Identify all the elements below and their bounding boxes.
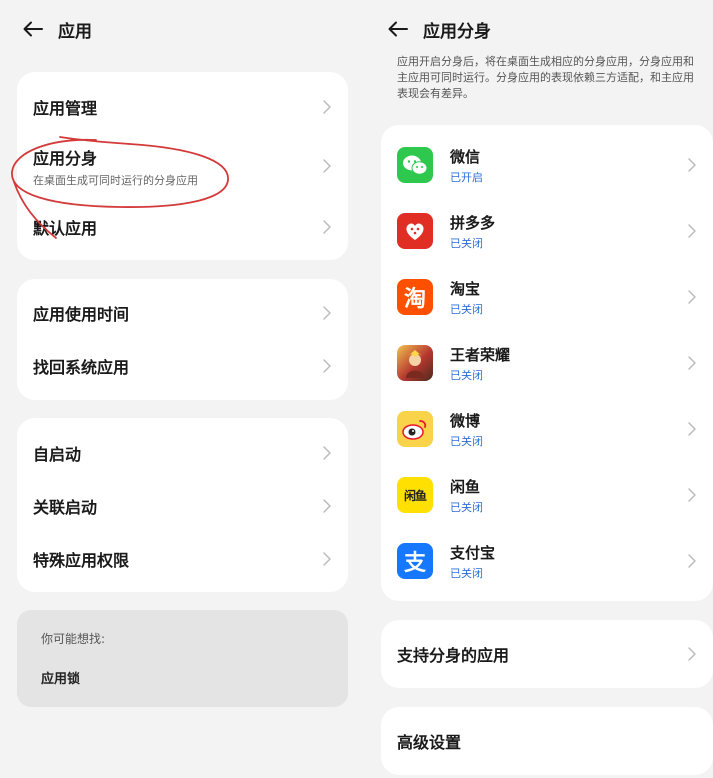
advanced-settings-card: 高级设置 [381,707,713,775]
auto-start-item[interactable]: 自启动 [33,431,332,475]
special-app-permissions-label: 特殊应用权限 [33,551,130,570]
chevron-right-icon [687,354,697,372]
page-title: 应用分身 [423,21,491,42]
app-row-wechat[interactable]: 微信 已开启 [397,140,697,190]
app-clone-text: 应用分身 在桌面生成可同时运行的分身应用 [33,145,198,188]
app-name: 闲鱼 [450,477,481,496]
app-settings-header: 应用 [20,14,92,44]
suggestion-hint: 你可能想找: [41,632,106,646]
app-name: 王者荣耀 [450,345,511,364]
app-settings-panel: 应用 应用管理 应用分身 在桌面生成可同时运行的分身应用 默认应用 应用使用时间… [0,0,365,778]
chevron-right-icon [322,497,332,515]
chevron-right-icon [687,486,697,504]
app-clone-description: 应用开启分身后，将在桌面生成相应的分身应用，分身应用和主应用可同时运行。分身应用… [397,55,694,100]
recover-system-apps-label: 找回系统应用 [33,358,130,377]
back-button[interactable] [385,16,411,42]
default-apps-item[interactable]: 默认应用 [33,206,332,248]
app-name: 支付宝 [450,543,496,562]
chevron-right-icon [322,157,332,175]
chevron-right-icon [687,420,697,438]
back-arrow-icon [388,21,408,37]
suggestion-app-lock[interactable]: 应用锁 [41,668,80,687]
honor-of-kings-icon [397,345,433,381]
app-status: 已关闭 [450,368,483,382]
chevron-right-icon [322,357,332,375]
app-clone-item[interactable]: 应用分身 在桌面生成可同时运行的分身应用 [33,142,332,190]
pinduoduo-icon [397,213,433,249]
back-button[interactable] [20,16,46,42]
app-clone-header: 应用分身 [385,14,491,44]
cloned-apps-list: 微信 已开启 拼多多 已关闭 淘 淘宝 已关闭 王者荣耀 已关闭 微博 已关闭 … [381,125,713,601]
app-row-honor-of-kings[interactable]: 王者荣耀 已关闭 [397,338,697,388]
app-management-label: 应用管理 [33,99,98,118]
chevron-right-icon [322,218,332,236]
app-status: 已关闭 [450,434,483,448]
associated-start-label: 关联启动 [33,498,98,517]
app-status: 已关闭 [450,302,483,316]
app-settings-group-2: 应用使用时间 找回系统应用 [17,279,348,400]
chevron-right-icon [687,156,697,174]
app-name: 拼多多 [450,213,496,232]
back-arrow-icon [23,21,43,37]
special-app-permissions-item[interactable]: 特殊应用权限 [33,537,332,581]
chevron-right-icon [687,288,697,306]
wechat-icon [397,147,433,183]
app-status: 已开启 [450,170,483,184]
advanced-settings-label: 高级设置 [397,733,462,752]
app-clone-panel: 应用分身 应用开启分身后，将在桌面生成相应的分身应用，分身应用和主应用可同时运行… [365,0,713,778]
chevron-right-icon [687,645,697,663]
chevron-right-icon [322,304,332,322]
weibo-icon [397,411,433,447]
recover-system-apps-item[interactable]: 找回系统应用 [33,344,332,388]
advanced-settings-item[interactable]: 高级设置 [397,719,697,763]
associated-start-item[interactable]: 关联启动 [33,484,332,528]
chevron-right-icon [322,98,332,116]
app-management-item[interactable]: 应用管理 [33,86,332,128]
app-status: 已关闭 [450,236,483,250]
suggestion-box: 你可能想找: 应用锁 [17,610,348,707]
xianyu-icon: 闲鱼 [397,477,433,513]
app-name: 微信 [450,147,481,166]
app-clone-sublabel: 在桌面生成可同时运行的分身应用 [33,173,198,187]
app-clone-label: 应用分身 [33,148,98,168]
page-title: 应用 [58,21,92,42]
app-name: 微博 [450,411,481,430]
auto-start-label: 自启动 [33,445,82,464]
app-settings-group-3: 自启动 关联启动 特殊应用权限 [17,418,348,592]
app-usage-time-item[interactable]: 应用使用时间 [33,291,332,335]
app-status: 已关闭 [450,500,483,514]
app-row-alipay[interactable]: 支 支付宝 已关闭 [397,536,697,586]
chevron-right-icon [322,444,332,462]
app-name: 淘宝 [450,279,481,298]
supported-apps-item[interactable]: 支持分身的应用 [397,632,697,676]
supported-apps-label: 支持分身的应用 [397,646,510,665]
alipay-icon: 支 [397,543,433,579]
app-row-pinduoduo[interactable]: 拼多多 已关闭 [397,206,697,256]
supported-apps-card: 支持分身的应用 [381,620,713,688]
app-usage-time-label: 应用使用时间 [33,305,130,324]
app-settings-group-1: 应用管理 应用分身 在桌面生成可同时运行的分身应用 默认应用 [17,72,348,260]
app-row-weibo[interactable]: 微博 已关闭 [397,404,697,454]
default-apps-label: 默认应用 [33,219,98,238]
chevron-right-icon [687,552,697,570]
app-status: 已关闭 [450,566,483,580]
app-row-xianyu[interactable]: 闲鱼 闲鱼 已关闭 [397,470,697,520]
chevron-right-icon [322,550,332,568]
chevron-right-icon [687,222,697,240]
taobao-icon: 淘 [397,279,433,315]
app-row-taobao[interactable]: 淘 淘宝 已关闭 [397,272,697,322]
